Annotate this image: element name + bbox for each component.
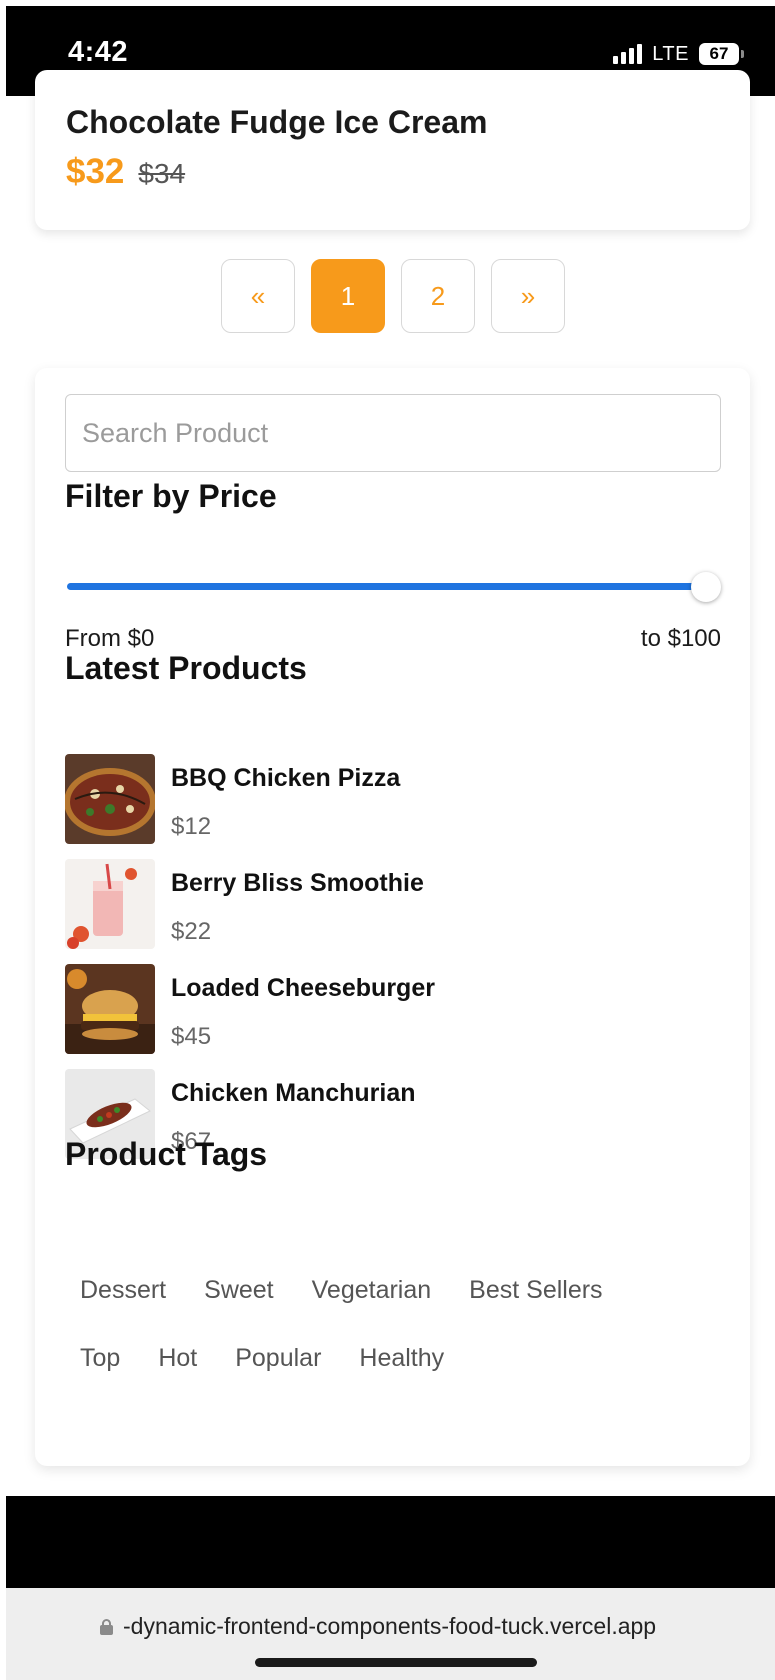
tag-hot[interactable]: Hot [143,1336,212,1381]
list-item[interactable]: Berry Bliss Smoothie $22 [65,859,435,964]
product-price: $12 [171,813,212,840]
product-name[interactable]: Loaded Cheeseburger [171,974,435,1003]
filter-title: Filter by Price [65,478,277,514]
price-slider-thumb[interactable] [691,572,721,602]
battery-icon: 67 [699,42,745,66]
tag-popular[interactable]: Popular [220,1336,336,1381]
product-price: $45 [171,1023,212,1050]
tag-best-sellers[interactable]: Best Sellers [454,1268,617,1313]
browser-url-bar[interactable]: -dynamic-frontend-components-food-tuck.v… [6,1588,775,1680]
url-display[interactable]: -dynamic-frontend-components-food-tuck.v… [100,1613,656,1640]
product-tags-title: Product Tags [65,1136,268,1172]
smoothie-thumbnail[interactable] [65,859,155,949]
pizza-thumbnail[interactable] [65,754,155,844]
url-text[interactable]: -dynamic-frontend-components-food-tuck.v… [123,1613,656,1640]
latest-products-title: Latest Products [65,650,307,686]
next-page-button[interactable]: » [491,259,565,333]
burger-thumbnail[interactable] [65,964,155,1054]
product-card[interactable]: Chocolate Fudge Ice Cream $32 $34 [35,70,750,230]
product-price: $22 [171,918,212,945]
status-time: 4:42 [68,36,129,68]
price-row: $32 $34 [66,152,185,192]
pagination: « 1 2 » [221,259,565,333]
network-label: LTE [652,42,689,65]
product-tags: Dessert Sweet Vegetarian Best Sellers To… [65,1268,725,1404]
price-current: $32 [66,152,125,191]
product-name[interactable]: BBQ Chicken Pizza [171,764,400,793]
product-name[interactable]: Chicken Manchurian [171,1079,416,1108]
tag-healthy[interactable]: Healthy [344,1336,459,1381]
price-range-labels: From $0 to $100 [65,625,721,653]
list-item[interactable]: Loaded Cheeseburger $45 [65,964,435,1069]
price-slider-track[interactable] [67,583,717,590]
home-indicator[interactable] [255,1658,537,1667]
sidebar-card: Filter by Price From $0 to $100 Latest P… [35,368,750,1466]
page-2-button[interactable]: 2 [401,259,475,333]
status-indicators: LTE 67 [613,42,745,66]
battery-level: 67 [699,43,739,65]
search-input[interactable] [65,394,721,472]
tag-sweet[interactable]: Sweet [189,1268,288,1313]
price-to-label: to $100 [640,625,721,652]
lock-icon [100,1618,113,1635]
product-name[interactable]: Berry Bliss Smoothie [171,869,424,898]
prev-page-button[interactable]: « [221,259,295,333]
latest-products-list: BBQ Chicken Pizza $12 Berry Bliss Smooth… [65,754,435,1174]
signal-icon [613,44,643,64]
product-title[interactable]: Chocolate Fudge Ice Cream [66,104,487,141]
page-1-button[interactable]: 1 [311,259,385,333]
tag-vegetarian[interactable]: Vegetarian [297,1268,447,1313]
tag-top[interactable]: Top [65,1336,135,1381]
list-item[interactable]: BBQ Chicken Pizza $12 [65,754,435,859]
price-old: $34 [138,158,186,189]
tag-dessert[interactable]: Dessert [65,1268,181,1313]
page-footer [6,1496,775,1588]
price-from-label: From $0 [65,625,155,652]
